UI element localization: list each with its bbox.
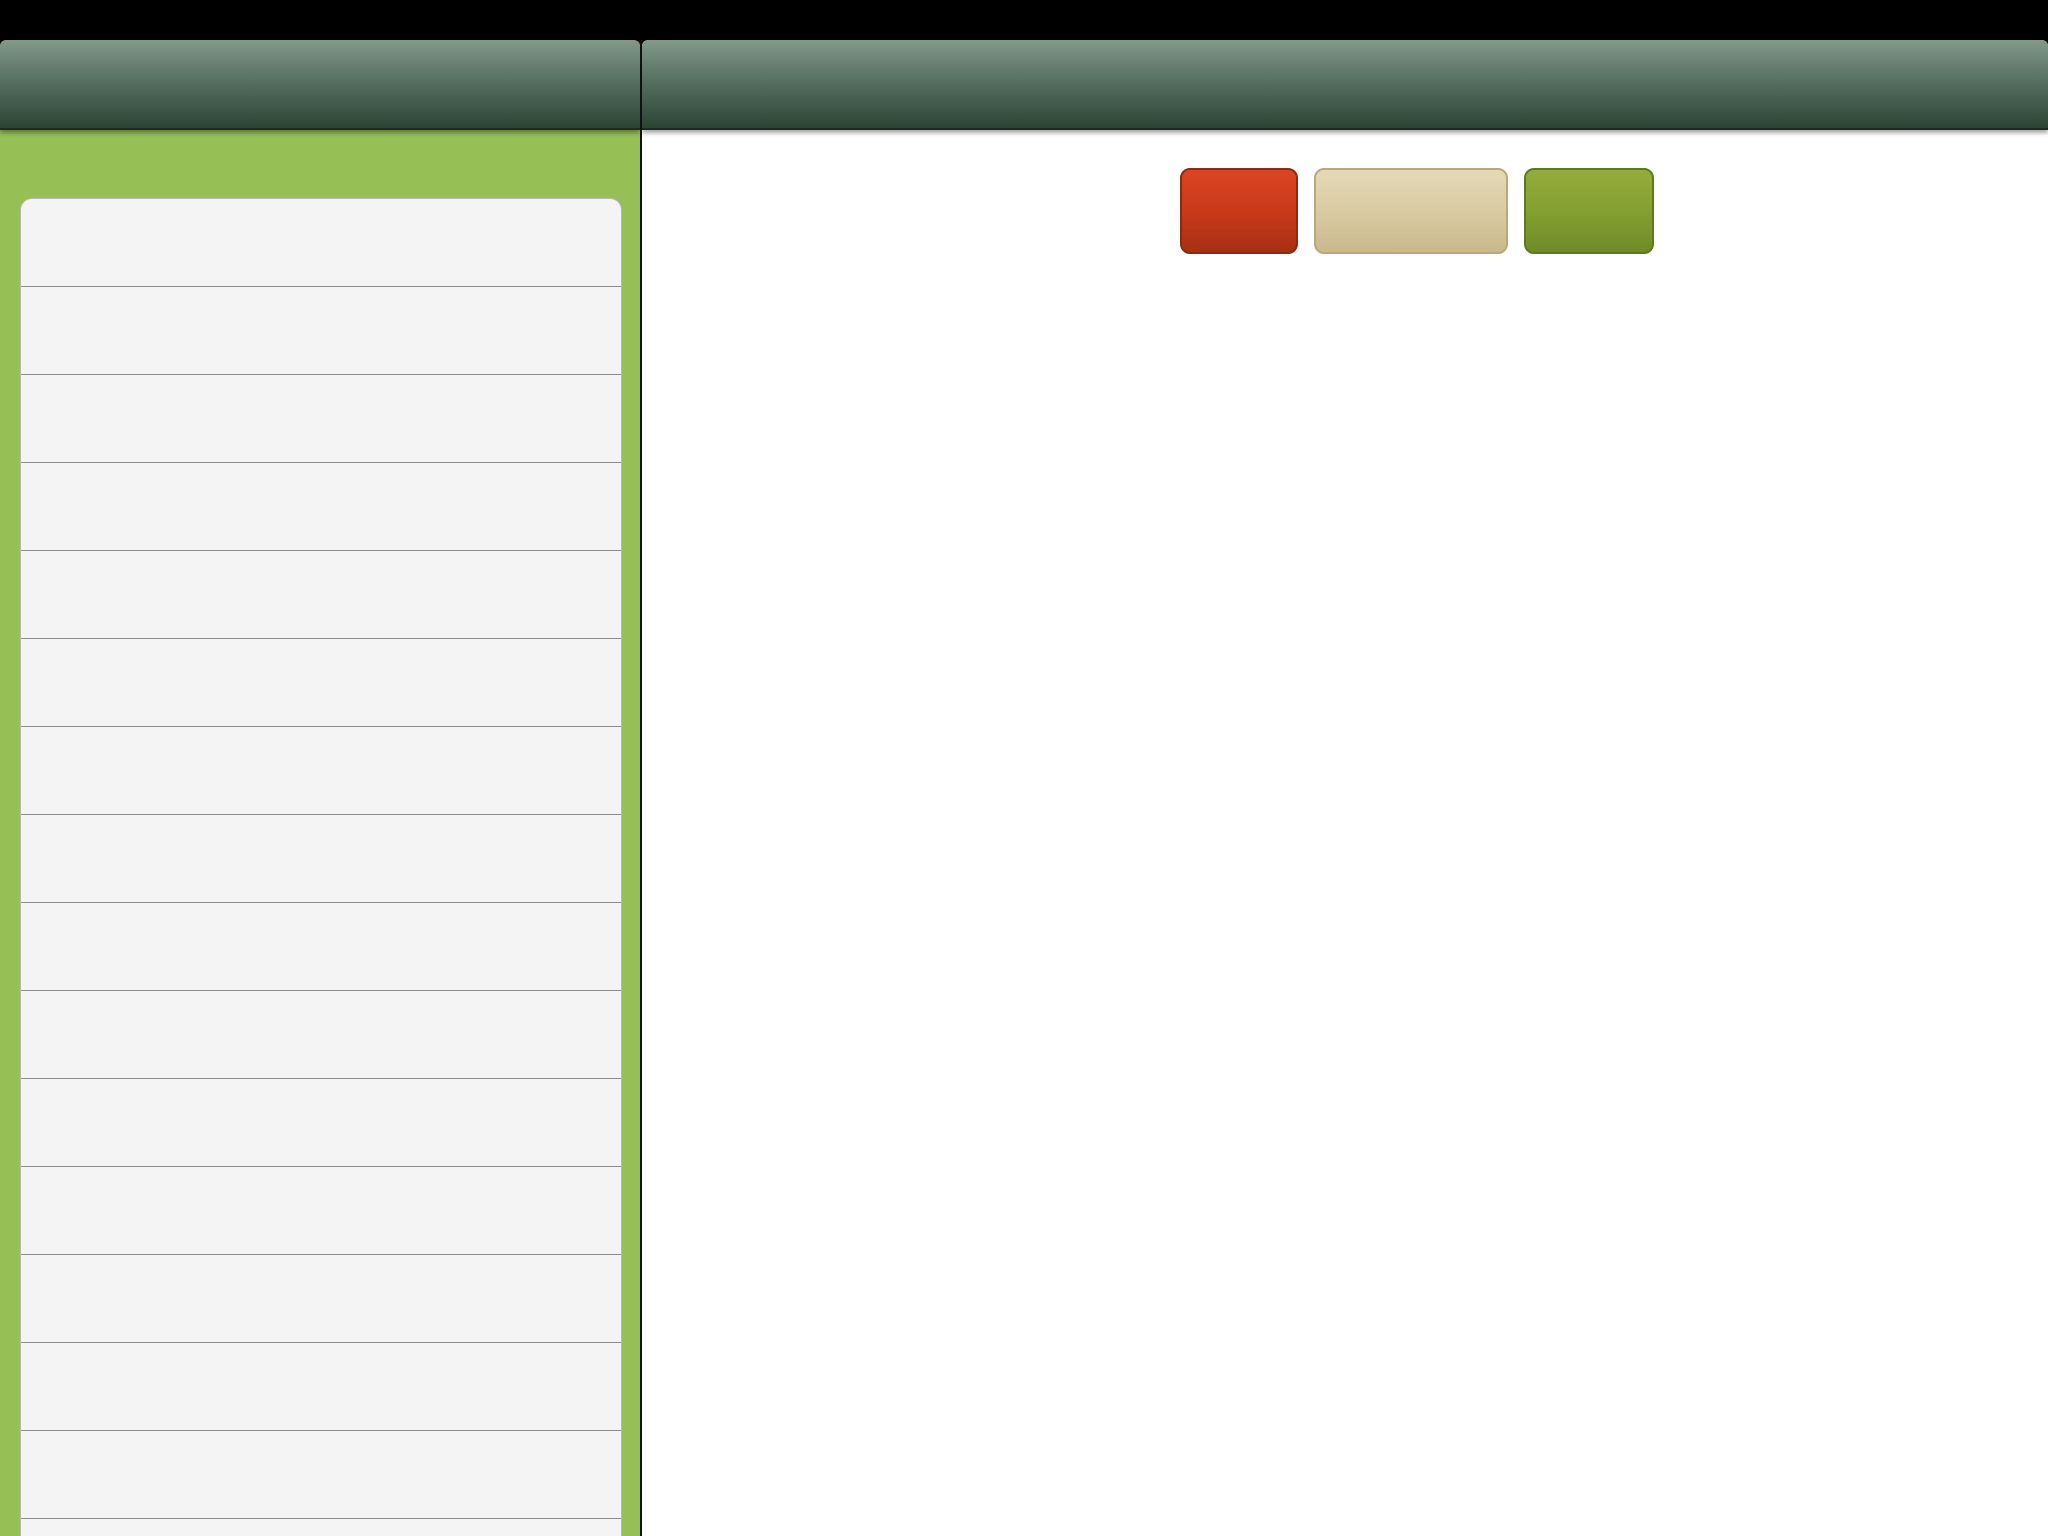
list-item[interactable]: [21, 903, 621, 991]
list-item[interactable]: [21, 1255, 621, 1343]
red-action-button[interactable]: [1180, 168, 1298, 254]
app-window: [0, 40, 2048, 1536]
list-item[interactable]: [21, 287, 621, 375]
tan-action-button[interactable]: [1314, 168, 1508, 254]
list-item[interactable]: [21, 1343, 621, 1431]
list-item[interactable]: [21, 991, 621, 1079]
list-item[interactable]: [21, 815, 621, 903]
list-item[interactable]: [21, 1167, 621, 1255]
list-item[interactable]: [21, 463, 621, 551]
list-item[interactable]: [21, 727, 621, 815]
list-item[interactable]: [21, 1431, 621, 1519]
master-pane: [0, 40, 640, 1536]
master-navigation-bar: [0, 40, 640, 130]
list-item[interactable]: [21, 1079, 621, 1167]
status-bar: [0, 0, 2048, 40]
list-item[interactable]: [21, 551, 621, 639]
green-action-button[interactable]: [1524, 168, 1654, 254]
list-item[interactable]: [21, 375, 621, 463]
list-item[interactable]: [21, 1519, 621, 1536]
list-item[interactable]: [21, 199, 621, 287]
list-item[interactable]: [21, 639, 621, 727]
master-list[interactable]: [20, 198, 622, 1536]
detail-navigation-bar: [642, 40, 2048, 130]
detail-pane: [642, 40, 2048, 1536]
